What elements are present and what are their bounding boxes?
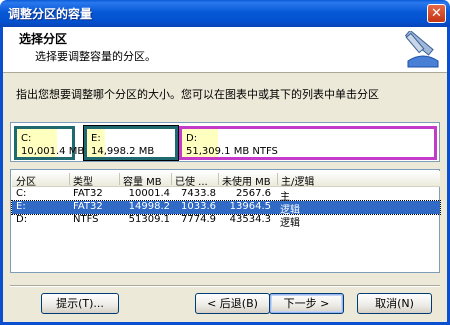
partition-name: D: xyxy=(186,133,198,144)
partition-diagram: C: 10,001.4 MB E: 14,998.2 MB D: 51,309.… xyxy=(10,122,440,162)
cell-unused: 2567.6 xyxy=(236,188,271,199)
column-header-unused[interactable]: 未使用 MB xyxy=(222,173,271,188)
column-header-used[interactable]: 已使 ... xyxy=(175,173,208,188)
page-subtitle: 选择要调整容量的分区。 xyxy=(35,50,156,63)
cell-type: FAT32 xyxy=(73,201,103,212)
wizard-header: 选择分区 选择要调整容量的分区。 xyxy=(3,27,447,73)
hint-button[interactable]: 提示(T)... xyxy=(41,293,119,314)
title-bar: 调整分区的容量 ✕ xyxy=(0,0,450,27)
table-row-selected[interactable]: E: FAT32 14998.2 1033.6 13964.5 逻辑 xyxy=(11,200,441,216)
cell-capacity: 14998.2 xyxy=(128,201,170,212)
cancel-button[interactable]: 取消(N) xyxy=(357,293,432,314)
partition-e-block[interactable]: E: 14,998.2 MB xyxy=(83,125,179,161)
partition-name: E: xyxy=(91,133,101,144)
table-row[interactable]: C: FAT32 10001.4 7433.8 2567.6 主 xyxy=(12,188,440,203)
table-row[interactable]: D: NTFS 51309.1 7774.9 43534.3 逻辑 xyxy=(12,214,440,229)
column-header-kind[interactable]: 主/逻辑 xyxy=(281,173,314,188)
cell-type: FAT32 xyxy=(73,188,103,199)
next-button[interactable]: 下一步 > xyxy=(269,293,344,314)
cell-capacity: 51309.1 xyxy=(128,214,170,225)
partition-info: 10,001.4 MB xyxy=(21,146,85,157)
partition-list[interactable]: 分区 类型 容量 MB 已使 ... 未使用 MB 主/逻辑 C: FAT32 … xyxy=(10,169,441,273)
cell-capacity: 10001.4 xyxy=(128,188,170,199)
column-header-capacity[interactable]: 容量 MB xyxy=(123,173,162,188)
partition-info: 51,309.1 MB NTFS xyxy=(186,146,278,157)
close-icon: ✕ xyxy=(431,6,442,21)
partition-info: 14,998.2 MB xyxy=(91,146,155,157)
column-header-partition[interactable]: 分区 xyxy=(16,173,36,188)
button-divider xyxy=(10,285,440,287)
close-button[interactable]: ✕ xyxy=(427,4,446,23)
cell-used: 7433.8 xyxy=(181,188,216,199)
cell-type: NTFS xyxy=(73,214,99,225)
column-header-type[interactable]: 类型 xyxy=(73,173,93,188)
instruction-text: 指出您想要调整哪个分区的大小。您可以在图表中或其下的列表中单击分区 xyxy=(16,88,379,101)
cell-unused: 43534.3 xyxy=(229,214,271,225)
cell-kind: 逻辑 xyxy=(280,218,300,229)
resize-wizard-icon xyxy=(404,31,439,68)
cell-used: 1033.6 xyxy=(181,201,216,212)
cell-partition: C: xyxy=(16,188,27,199)
partition-d-block[interactable]: D: 51,309.1 MB NTFS xyxy=(179,126,437,160)
window-title: 调整分区的容量 xyxy=(8,7,93,21)
back-button[interactable]: < 后退(B) xyxy=(195,293,270,314)
partition-name: C: xyxy=(21,133,32,144)
cell-unused: 13964.5 xyxy=(229,201,271,212)
cell-partition: D: xyxy=(16,214,28,225)
partition-c-block[interactable]: C: 10,001.4 MB xyxy=(14,126,84,160)
cell-partition: E: xyxy=(16,201,26,212)
list-header: 分区 类型 容量 MB 已使 ... 未使用 MB 主/逻辑 xyxy=(12,171,440,188)
cell-used: 7774.9 xyxy=(181,214,216,225)
page-title: 选择分区 xyxy=(19,32,68,46)
